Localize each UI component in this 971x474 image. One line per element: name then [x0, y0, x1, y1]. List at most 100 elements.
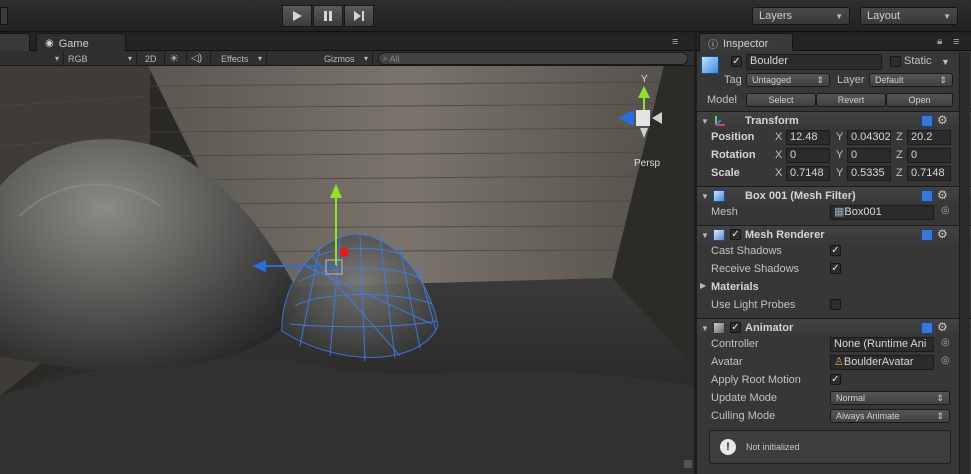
foldout-arrow-icon: ▼	[701, 116, 709, 126]
model-open-button[interactable]: Open	[886, 93, 953, 107]
effects-dropdown[interactable]: Effects ▾	[217, 51, 267, 66]
gear-icon[interactable]: ⚙	[937, 227, 948, 241]
rotation-y-field[interactable]: 0	[847, 148, 891, 163]
transform-header[interactable]: ▼ Transform ⚙	[697, 111, 971, 130]
tag-value: Untagged	[752, 75, 792, 85]
tab-scene-stub[interactable]	[0, 33, 30, 51]
use-light-probes-label: Use Light Probes	[711, 299, 796, 311]
model-select-button[interactable]: Select	[746, 93, 816, 107]
mesh-renderer-enabled-checkbox[interactable]: ✓	[730, 229, 741, 240]
game-viewport[interactable]: Y Persp	[0, 66, 694, 474]
model-label: Model	[707, 94, 737, 106]
effects-label: Effects	[221, 53, 249, 64]
static-dropdown-arrow[interactable]: ▼	[941, 57, 950, 67]
receive-shadows-label: Receive Shadows	[711, 263, 800, 275]
update-mode-value: Normal	[836, 393, 866, 403]
viewport-scrollbar[interactable]	[684, 460, 692, 468]
info-exclamation-icon: !	[720, 439, 736, 455]
position-x-field[interactable]: 12.48	[786, 130, 830, 145]
receive-shadows-checkbox[interactable]: ✓	[830, 263, 841, 274]
help-book-icon[interactable]	[921, 229, 933, 241]
gizmos-dropdown[interactable]: Gizmos ▾	[320, 51, 373, 66]
rotation-x-field[interactable]: 0	[786, 148, 830, 163]
search-icon: ⌕	[383, 53, 388, 63]
mesh-object-field[interactable]: ▦Box001	[830, 205, 934, 220]
scale-x-field[interactable]: 0.7148	[786, 166, 830, 181]
help-book-icon[interactable]	[921, 322, 933, 334]
position-z-field[interactable]: 20.2	[907, 130, 951, 145]
mesh-filter-title: Box 001 (Mesh Filter)	[745, 190, 856, 202]
updown-icon: ⇕	[939, 75, 947, 85]
pause-icon	[324, 11, 332, 21]
search-field[interactable]: ⌕ All	[378, 52, 688, 65]
use-light-probes-checkbox[interactable]	[830, 299, 841, 310]
materials-foldout[interactable]: ▶	[700, 281, 706, 290]
gear-icon[interactable]: ⚙	[937, 320, 948, 334]
toggle-2d-button[interactable]: 2D	[141, 51, 165, 66]
culling-mode-dropdown[interactable]: Always Animate ⇕	[830, 409, 950, 423]
update-mode-dropdown[interactable]: Normal ⇕	[830, 391, 950, 405]
gear-icon[interactable]: ⚙	[937, 188, 948, 202]
layer-dropdown[interactable]: Default ⇕	[869, 73, 953, 87]
position-y-field[interactable]: 0.04302	[847, 130, 891, 145]
tab-inspector-label: Inspector	[723, 37, 769, 50]
step-button[interactable]	[344, 5, 374, 27]
scale-z-field[interactable]: 0.7148	[907, 166, 951, 181]
cast-shadows-checkbox[interactable]: ✓	[830, 245, 841, 256]
model-revert-button[interactable]: Revert	[816, 93, 886, 107]
panel-menu-icon[interactable]: ≡	[953, 36, 959, 48]
lighting-toggle[interactable]: ☀	[165, 51, 187, 66]
mesh-renderer-header[interactable]: ▼ ✓ Mesh Renderer ⚙	[697, 225, 971, 244]
pause-button[interactable]	[313, 5, 343, 27]
transform-axes-icon	[713, 114, 727, 131]
tab-game[interactable]: ◉ Game	[36, 33, 126, 51]
help-book-icon[interactable]	[921, 190, 933, 202]
layout-dropdown-label: Layout	[867, 10, 901, 22]
lock-icon[interactable]: 🔒︎	[937, 36, 942, 47]
tag-dropdown[interactable]: Untagged ⇕	[746, 73, 830, 87]
avatar-field[interactable]: ♙BoulderAvatar	[830, 355, 934, 370]
updown-icon: ⇕	[936, 393, 944, 403]
animator-enabled-checkbox[interactable]: ✓	[730, 322, 741, 333]
gizmo-axis-y-label: Y	[641, 74, 648, 85]
apply-root-motion-checkbox[interactable]: ✓	[830, 374, 841, 385]
animator-header[interactable]: ▼ ✓ Animator ⚙	[697, 318, 971, 337]
object-picker-icon[interactable]: ◎	[941, 337, 950, 348]
help-book-icon[interactable]	[921, 115, 933, 127]
foldout-arrow-icon: ▼	[701, 323, 709, 333]
speaker-icon: ◁)	[191, 53, 203, 64]
layers-dropdown[interactable]: Layers ▼	[752, 7, 850, 25]
play-button[interactable]	[282, 5, 312, 27]
materials-label: Materials	[711, 281, 759, 293]
mesh-filter-header[interactable]: ▼ Box 001 (Mesh Filter) ⚙	[697, 186, 971, 205]
object-picker-icon[interactable]: ◎	[941, 355, 950, 366]
aspect-dropdown[interactable]: ▾	[0, 51, 64, 66]
audio-toggle[interactable]: ◁)	[187, 51, 211, 66]
layout-dropdown[interactable]: Layout ▼	[860, 7, 958, 25]
position-label: Position	[711, 131, 755, 143]
object-name-field[interactable]: Boulder	[746, 54, 882, 70]
updown-icon: ⇕	[936, 411, 944, 421]
display-mode-label: RGB	[68, 53, 88, 64]
foldout-arrow-icon: ▼	[701, 230, 709, 240]
chevron-down-icon: ▾	[257, 54, 262, 63]
rotation-label: Rotation	[711, 149, 756, 161]
mesh-filter-icon	[713, 190, 725, 202]
chevron-down-icon: ▾	[127, 54, 132, 63]
scale-y-field[interactable]: 0.5335	[847, 166, 891, 181]
inspector-scrollbar[interactable]	[959, 52, 970, 474]
object-picker-icon[interactable]: ◎	[941, 205, 950, 216]
panel-menu-icon[interactable]: ≡	[672, 36, 678, 48]
main-toolbar: Layers ▼ Layout ▼	[0, 0, 971, 32]
static-checkbox[interactable]	[890, 56, 901, 67]
apply-root-motion-label: Apply Root Motion	[711, 374, 801, 386]
scene-render: Y Persp	[0, 66, 694, 474]
game-control-bar: ▾ RGB ▾ 2D ☀ ◁) Effects ▾ Gizmos ▾ ⌕ All	[0, 51, 694, 66]
gear-icon[interactable]: ⚙	[937, 113, 948, 127]
rotation-z-field[interactable]: 0	[907, 148, 951, 163]
controller-field[interactable]: None (Runtime Ani	[830, 337, 934, 352]
tab-inspector[interactable]: ⓘ Inspector	[699, 33, 793, 51]
position-x-label: X	[775, 131, 783, 143]
active-checkbox[interactable]: ✓	[731, 56, 742, 67]
display-mode-dropdown[interactable]: RGB ▾	[64, 51, 137, 66]
